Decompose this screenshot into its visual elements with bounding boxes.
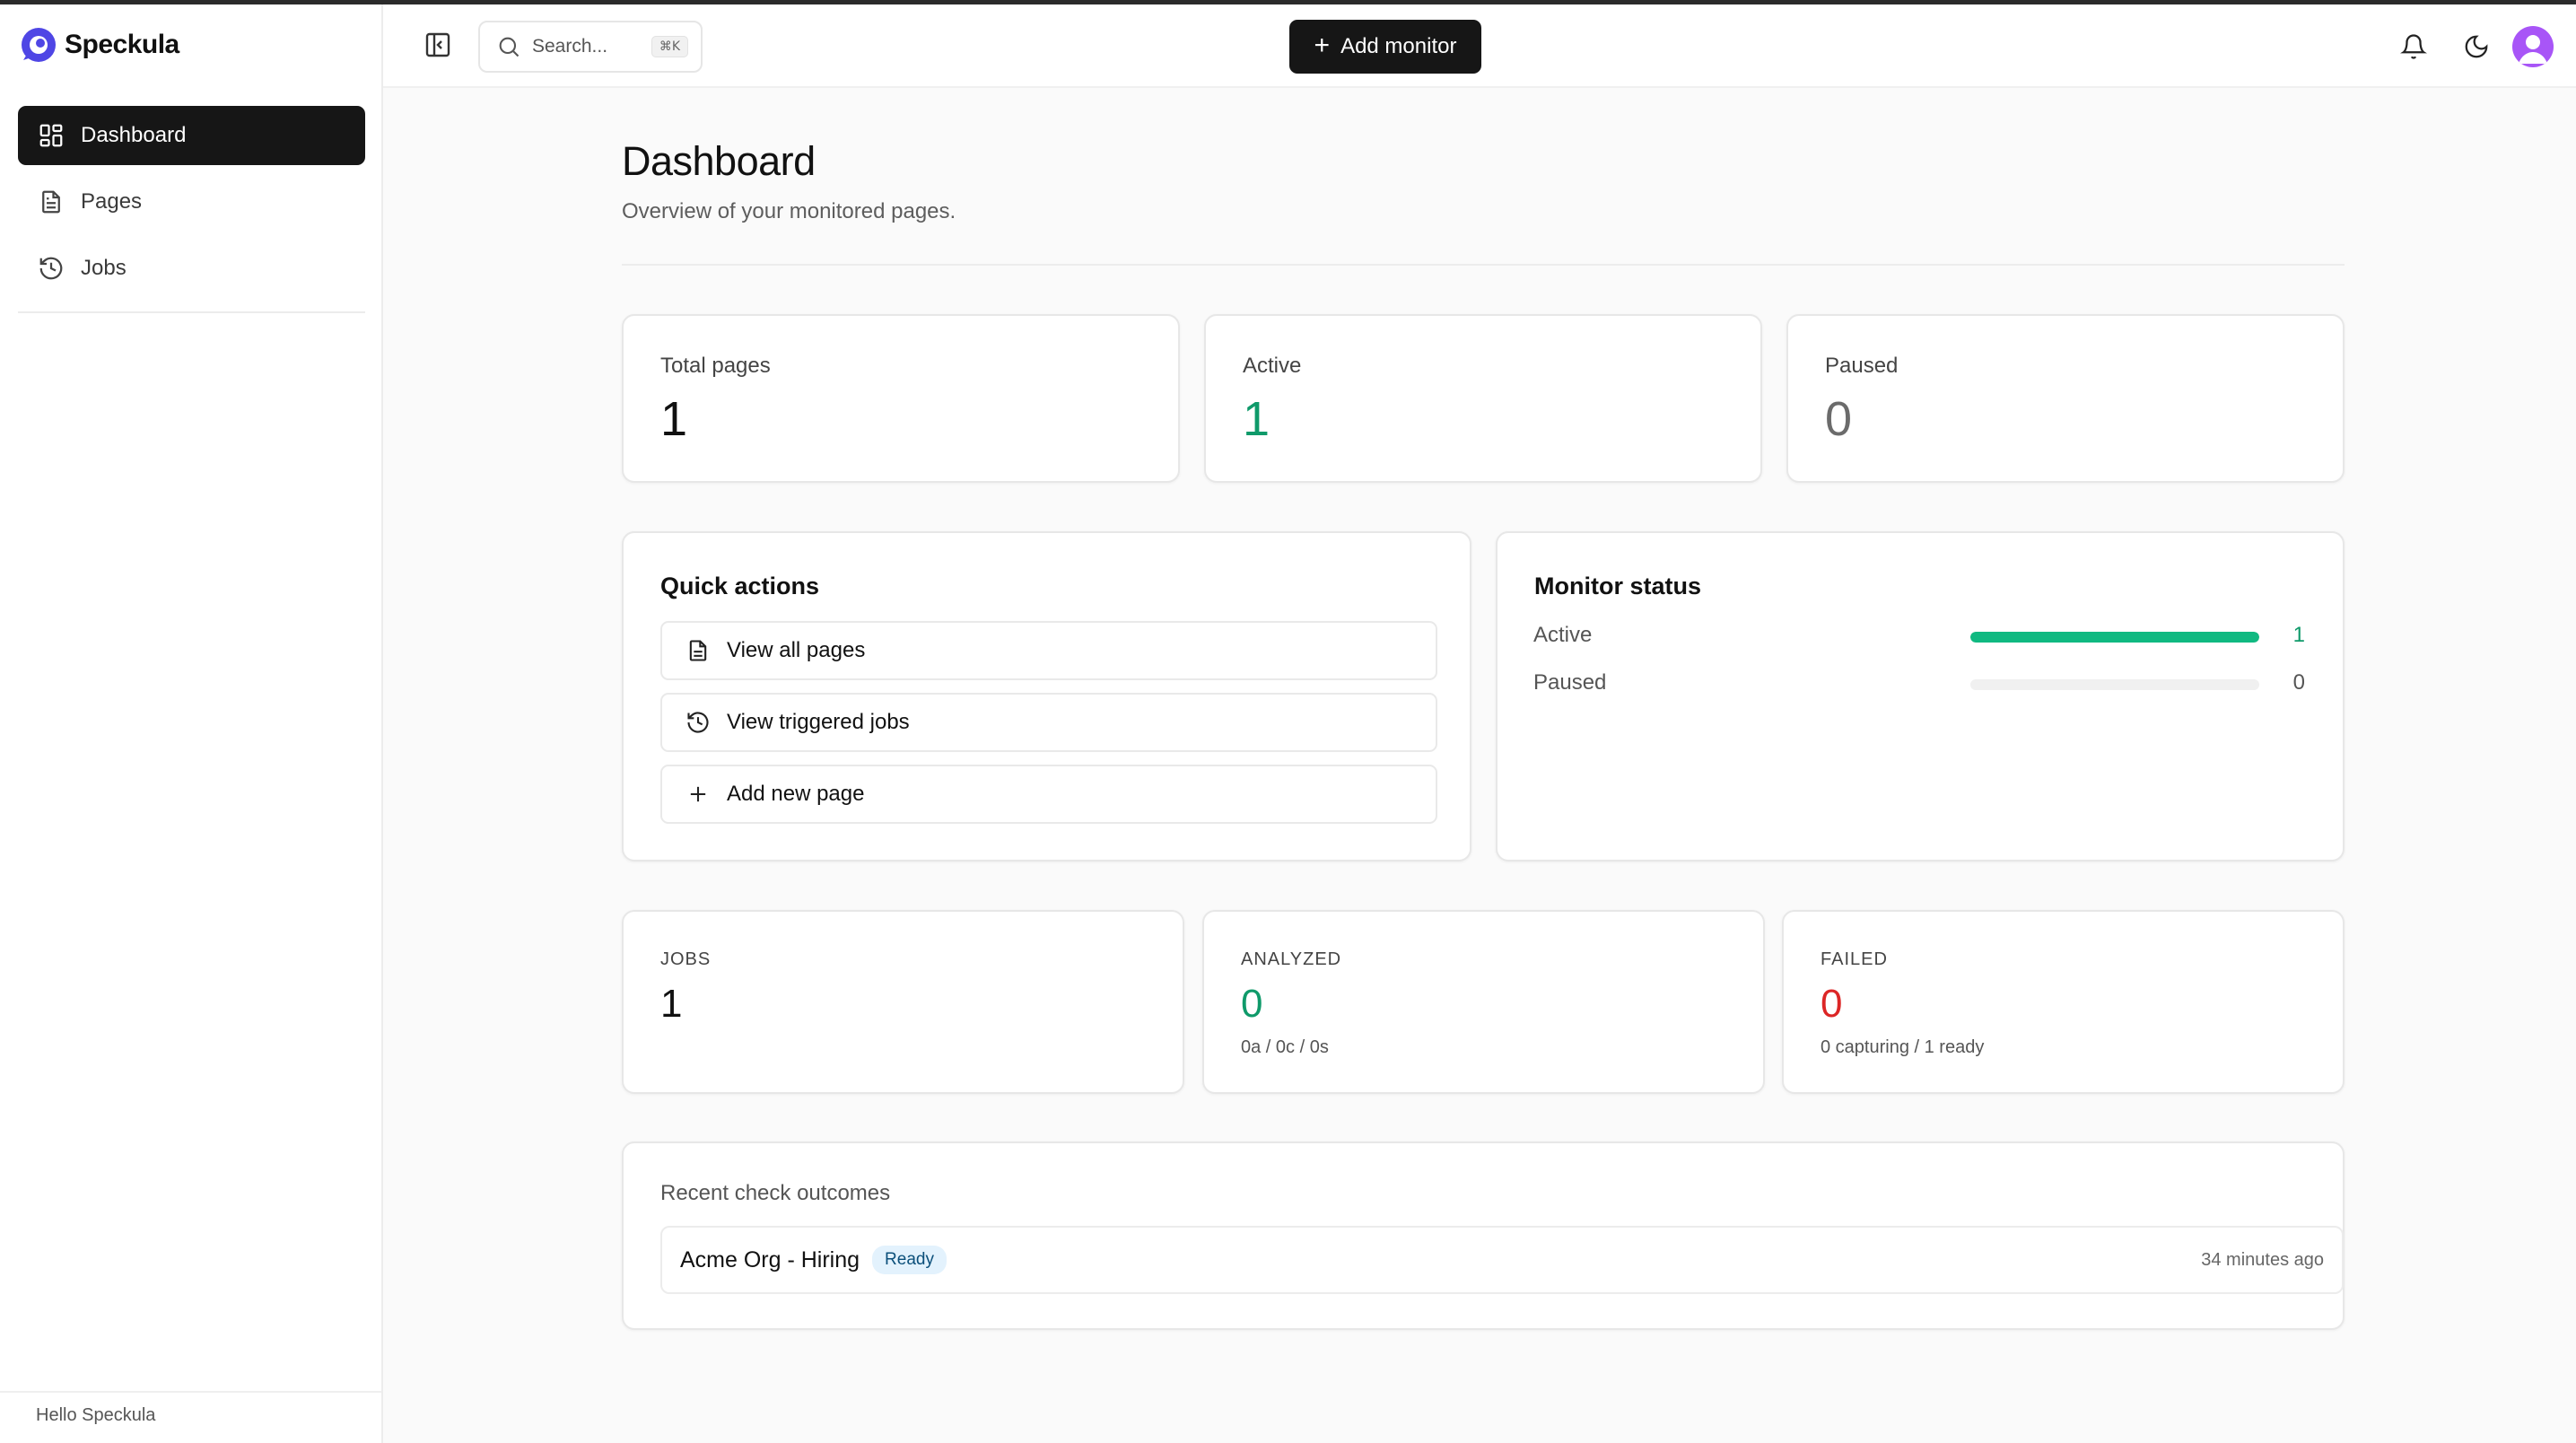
job-stat-value: 0 (1821, 982, 1843, 1026)
sidebar-footer: Hello Speckula (0, 1391, 381, 1443)
sidebar-item-dashboard[interactable]: Dashboard (18, 106, 365, 165)
plus-icon: + (1314, 30, 1331, 60)
quick-action-label: Add new page (727, 782, 865, 806)
sidebar-item-label: Pages (81, 189, 143, 214)
status-badge: Ready (872, 1246, 947, 1274)
monitor-status-bar-active (1970, 632, 2259, 643)
top-header: Search... ⌘K + Add monitor (383, 4, 2576, 88)
stat-value: 1 (660, 392, 688, 446)
file-icon (689, 640, 707, 661)
job-stat-value: 1 (660, 982, 683, 1026)
speckula-logo-icon (22, 28, 56, 62)
job-stat-value: 0 (1241, 982, 1263, 1026)
monitor-status-bar-paused (1970, 679, 2259, 690)
job-stat-sub: 0 capturing / 1 ready (1821, 1037, 1985, 1057)
search-shortcut: ⌘K (651, 36, 688, 57)
job-stat-card-failed: FAILED 0 0 capturing / 1 ready (1782, 910, 2345, 1094)
search-placeholder: Search... (532, 36, 608, 57)
moon-icon[interactable] (2463, 33, 2490, 60)
add-monitor-label: Add monitor (1340, 34, 1457, 58)
add-monitor-button[interactable]: + Add monitor (1289, 20, 1481, 74)
view-triggered-jobs-button[interactable]: View triggered jobs (660, 693, 1437, 752)
job-stat-card-jobs: JOBS 1 (622, 910, 1184, 1094)
file-icon (42, 190, 60, 214)
search-input[interactable]: Search... ⌘K (478, 21, 703, 73)
page-title: Dashboard (622, 138, 816, 184)
stat-label: Paused (1825, 354, 1899, 378)
quick-action-label: View all pages (727, 638, 866, 662)
title-divider (622, 264, 2345, 266)
monitor-status-bar-fill (1970, 632, 2259, 643)
brand[interactable]: Speckula (20, 24, 179, 66)
recent-outcomes-title: Recent check outcomes (660, 1181, 891, 1205)
sidebar-item-label: Jobs (81, 256, 127, 280)
stat-card-paused: Paused 0 (1786, 314, 2345, 483)
list-item[interactable]: Acme Org - Hiring Ready 34 minutes ago (660, 1226, 2344, 1294)
job-stat-card-analyzed: ANALYZED 0 0a / 0c / 0s (1202, 910, 1765, 1094)
job-stat-label: ANALYZED (1241, 949, 1342, 969)
monitor-status-label: Paused (1533, 670, 1607, 695)
outcome-page-name: Acme Org - Hiring (680, 1246, 860, 1272)
stat-label: Active (1243, 354, 1302, 378)
outcome-timestamp: 34 minutes ago (2201, 1249, 2324, 1270)
recent-check-outcomes-card: Recent check outcomes Acme Org - Hiring … (622, 1141, 2345, 1330)
monitor-status-label: Active (1533, 623, 1593, 647)
stat-card-active: Active 1 (1204, 314, 1762, 483)
job-stat-sub: 0a / 0c / 0s (1241, 1037, 1329, 1057)
brand-name: Speckula (65, 30, 179, 59)
history-icon (687, 712, 709, 733)
monitor-status-title: Monitor status (1534, 573, 1701, 599)
quick-action-label: View triggered jobs (727, 710, 910, 734)
stat-card-total-pages: Total pages 1 (622, 314, 1180, 483)
job-stat-label: JOBS (660, 949, 712, 969)
bell-icon[interactable] (2400, 33, 2427, 60)
stat-label: Total pages (660, 354, 771, 378)
plus-icon (690, 786, 706, 802)
sidebar-item-label: Dashboard (81, 123, 187, 147)
view-all-pages-button[interactable]: View all pages (660, 621, 1437, 680)
monitor-status-count: 0 (2292, 670, 2305, 695)
monitor-status-card: Monitor status Active 1 Paused 0 (1496, 531, 2345, 861)
avatar[interactable] (2512, 26, 2554, 67)
add-new-page-button[interactable]: Add new page (660, 765, 1437, 824)
search-icon (499, 37, 520, 57)
stat-value: 1 (1243, 392, 1271, 446)
stat-value: 0 (1825, 392, 1853, 446)
sidebar-divider (18, 311, 365, 313)
quick-actions-card: Quick actions View all pages View trigge… (622, 531, 1471, 861)
user-icon (2519, 35, 2547, 64)
history-icon (39, 257, 63, 280)
sidebar-toggle-icon[interactable] (424, 31, 452, 59)
sidebar: Speckula Dashboard Pages Jobs Hello Spec… (0, 4, 383, 1443)
page-subtitle: Overview of your monitored pages. (622, 199, 956, 223)
sidebar-nav: Dashboard Pages Jobs (18, 106, 365, 305)
monitor-status-count: 1 (2292, 623, 2305, 647)
sidebar-item-pages[interactable]: Pages (18, 172, 365, 232)
sidebar-item-jobs[interactable]: Jobs (18, 239, 365, 298)
dashboard-icon (39, 124, 63, 147)
job-stat-label: FAILED (1821, 949, 1888, 969)
quick-actions-title: Quick actions (660, 573, 820, 599)
